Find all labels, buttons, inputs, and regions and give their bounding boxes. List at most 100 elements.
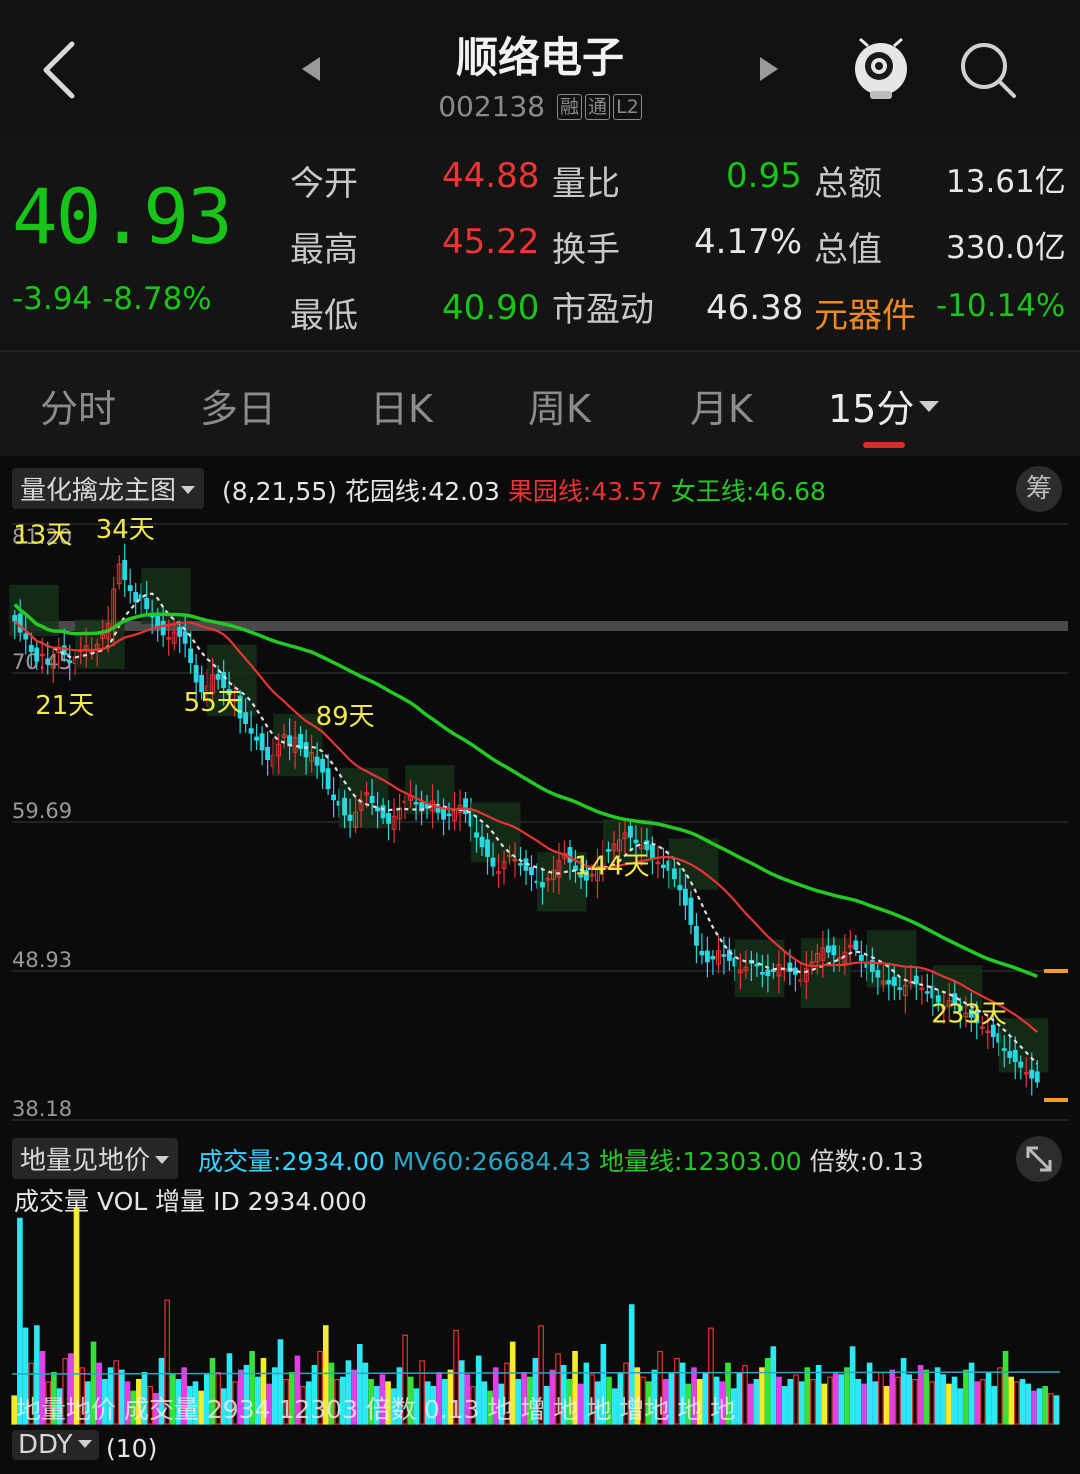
candle-body: [518, 863, 523, 866]
volume-bottom-text: 地量地价 成交量 2934 12303 倍数 0.13 地 增 地 地 增地 地…: [16, 1395, 736, 1424]
candle-body: [672, 868, 677, 880]
tab-multi-day[interactable]: 多日: [200, 378, 276, 433]
tab-weekly-k[interactable]: 周K: [528, 378, 591, 433]
volume-value: 成交量:2934.00: [198, 1147, 385, 1176]
expand-icon: [1026, 1146, 1052, 1172]
candle-body: [704, 950, 710, 963]
sector-change: -10.14%: [936, 288, 1066, 324]
day-cycle-label: 144天: [574, 852, 650, 882]
volume-bar: [1036, 1388, 1043, 1425]
tab-15min-label: 15分: [828, 387, 915, 431]
amount-label: 总额: [814, 164, 882, 204]
volume-ratio-label: 量比: [552, 164, 620, 204]
active-tab-indicator: [863, 442, 905, 448]
candle-body: [1029, 1069, 1035, 1079]
volume-bar: [787, 1379, 794, 1425]
high-label: 最高: [290, 230, 358, 270]
candle-body: [633, 839, 639, 844]
volume-bar: [855, 1379, 862, 1425]
candle-body: [265, 747, 271, 761]
candle-body: [853, 940, 859, 950]
robot-assistant-icon[interactable]: [850, 36, 912, 102]
dropdown-caret-icon: [181, 486, 196, 494]
ddy-dropdown[interactable]: DDY: [12, 1430, 99, 1460]
volume-bar: [810, 1379, 816, 1425]
day-cycle-label: 233天: [931, 1000, 1007, 1030]
volume-bar: [821, 1383, 828, 1425]
stock-name: 顺络电子: [455, 33, 624, 82]
volume-bar: [906, 1374, 913, 1425]
volume-bar: [804, 1367, 811, 1425]
volume-bar: [929, 1381, 935, 1425]
tag-level2: L2: [613, 94, 642, 120]
tab-daily-k[interactable]: 日K: [370, 378, 433, 433]
candle-body: [221, 671, 227, 688]
candle-body: [688, 897, 694, 925]
volume-bar: [781, 1386, 788, 1425]
day-cycle-label: 13天: [13, 520, 72, 550]
volume-bar: [1008, 1376, 1015, 1425]
candle-body: [677, 885, 683, 891]
sector-label[interactable]: 元器件: [814, 288, 916, 337]
price-marker-low: [1044, 1098, 1068, 1102]
volume-bar: [900, 1357, 907, 1425]
volume-bar: [912, 1379, 918, 1425]
open-label: 今开: [290, 164, 358, 204]
search-icon[interactable]: [958, 40, 1018, 100]
volume-bar: [895, 1376, 901, 1425]
mv60-value: MV60:26684.43: [392, 1147, 592, 1176]
zone-box: [9, 584, 59, 637]
volume-indicator-values: 成交量:2934.00 MV60:26684.43 地量线:12303.00 倍…: [198, 1142, 924, 1178]
market-cap-label: 总值: [814, 230, 882, 270]
candle-body: [17, 613, 23, 633]
volume-indicator-dropdown[interactable]: 地量见地价: [12, 1138, 179, 1179]
tab-15min[interactable]: 15分: [828, 378, 940, 433]
low-label: 最低: [290, 296, 358, 336]
candle-body: [188, 648, 194, 664]
change-percent: -8.78%: [102, 281, 212, 317]
day-cycle-label: 55天: [184, 688, 243, 718]
tab-monthly-k[interactable]: 月K: [690, 378, 753, 433]
ma-line-1: [13, 592, 1039, 1065]
main-indicator-dropdown[interactable]: 量化擒龙主图: [12, 468, 205, 509]
volume-bar: [980, 1379, 986, 1425]
volume-bar: [872, 1381, 879, 1425]
candle-body: [67, 660, 73, 664]
candle-body: [1012, 1049, 1018, 1063]
chip-distribution-button[interactable]: 筹: [1016, 466, 1062, 512]
volume-bar: [759, 1367, 765, 1425]
volume-bar: [878, 1371, 884, 1425]
candle-body: [177, 626, 183, 637]
dropdown-caret-icon: [919, 401, 940, 412]
volume-bar: [736, 1371, 743, 1425]
candle-body: [490, 857, 496, 867]
volume-bar: [997, 1367, 1003, 1425]
candle-body: [710, 955, 716, 960]
candle-body: [891, 976, 897, 986]
volume-bar: [861, 1383, 867, 1425]
candle-body: [759, 972, 765, 975]
next-stock-icon[interactable]: [758, 55, 780, 83]
candle-body: [529, 867, 534, 876]
dropdown-caret-icon: [77, 1440, 92, 1448]
expand-chart-button[interactable]: [1016, 1136, 1062, 1182]
pe-value: 46.38: [706, 288, 804, 328]
candle-body: [1007, 1051, 1013, 1058]
tab-intraday[interactable]: 分时: [40, 378, 116, 433]
candle-body: [924, 991, 930, 994]
volume-bar: [798, 1381, 805, 1425]
candle-body: [897, 987, 903, 990]
volume-bar: [1053, 1395, 1060, 1425]
candle-body: [479, 836, 485, 848]
candle-body: [314, 756, 320, 766]
candle-body: [446, 813, 452, 817]
candle-body: [34, 647, 40, 662]
day-cycle-label: 21天: [35, 691, 94, 721]
price-chart[interactable]: 81.2070.4559.6948.9338.18 13天 34天21天 55天 89…: [0, 514, 1080, 1134]
candle-body: [831, 945, 837, 956]
candle-body: [825, 945, 831, 953]
volume-bar: [974, 1381, 981, 1425]
volume-bar: [827, 1376, 833, 1425]
volume-indicator-name: 地量见地价: [20, 1146, 151, 1176]
volume-bar: [815, 1364, 822, 1425]
